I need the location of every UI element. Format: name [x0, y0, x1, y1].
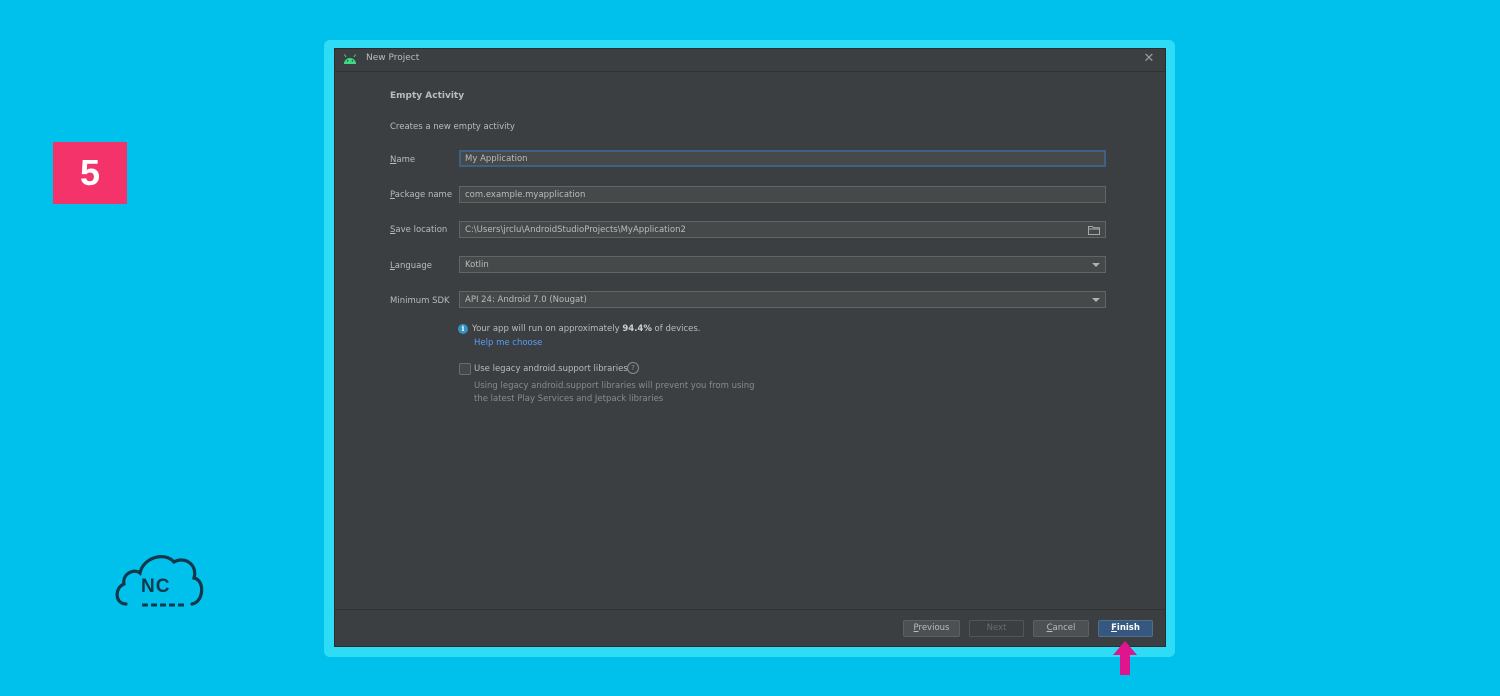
language-label-rest: anguage: [394, 261, 432, 271]
help-me-choose-link[interactable]: Help me choose: [474, 338, 542, 348]
cancel-button[interactable]: Cancel: [1033, 620, 1089, 637]
min-sdk-value: API 24: Android 7.0 (Nougat): [465, 295, 587, 305]
footer-divider: [335, 609, 1165, 610]
coverage-suffix: of devices.: [651, 324, 701, 334]
folder-icon[interactable]: [1088, 225, 1100, 235]
min-sdk-label: Minimum SDK: [390, 296, 450, 306]
legacy-support-note: Using legacy android.support libraries w…: [474, 380, 794, 406]
device-coverage-text: Your app will run on approximately 94.4%…: [472, 324, 701, 334]
dialog-title: New Project: [366, 53, 420, 63]
nc-cloud-logo: NC: [112, 548, 206, 610]
name-label: Name: [390, 155, 415, 165]
close-icon[interactable]: ✕: [1141, 51, 1157, 67]
save-location-value: C:\Users\jrclu\AndroidStudioProjects\MyA…: [465, 225, 686, 235]
language-label: Language: [390, 261, 432, 271]
legacy-support-checkbox[interactable]: [459, 363, 471, 375]
min-sdk-select[interactable]: API 24: Android 7.0 (Nougat): [459, 291, 1106, 308]
help-icon[interactable]: ?: [627, 362, 639, 374]
section-description: Creates a new empty activity: [390, 122, 515, 132]
android-icon: [344, 54, 356, 64]
previous-label-rest: revious: [918, 623, 950, 633]
language-select[interactable]: Kotlin: [459, 256, 1106, 273]
chevron-down-icon: [1092, 263, 1100, 267]
info-icon: i: [458, 324, 468, 334]
save-location-label: Save location: [390, 225, 447, 235]
name-label-rest: ame: [396, 155, 416, 165]
finish-label-rest: inish: [1116, 623, 1140, 633]
previous-button[interactable]: Previous: [903, 620, 960, 637]
chevron-down-icon: [1092, 298, 1100, 302]
pointer-arrow-icon: [1113, 641, 1137, 675]
next-button[interactable]: Next: [969, 620, 1024, 637]
logo-text: NC: [141, 576, 171, 597]
package-name-input[interactable]: com.example.myapplication: [459, 186, 1106, 203]
coverage-percent: 94.4%: [622, 324, 652, 334]
package-label: Package name: [390, 190, 452, 200]
legacy-support-label[interactable]: Use legacy android.support libraries: [474, 364, 628, 374]
save-location-label-rest: ave location: [395, 225, 448, 235]
legacy-note-line-1: Using legacy android.support libraries w…: [474, 381, 755, 391]
coverage-prefix: Your app will run on approximately: [472, 324, 623, 334]
cancel-label-rest: ancel: [1052, 623, 1076, 633]
dialog-titlebar: New Project ✕: [335, 49, 1165, 72]
language-value: Kotlin: [465, 260, 489, 270]
legacy-note-line-2: the latest Play Services and Jetpack lib…: [474, 394, 664, 404]
new-project-dialog: New Project ✕ Empty Activity Creates a n…: [335, 49, 1165, 646]
finish-button[interactable]: Finish: [1098, 620, 1153, 637]
save-location-input[interactable]: C:\Users\jrclu\AndroidStudioProjects\MyA…: [459, 221, 1106, 238]
name-input[interactable]: My Application: [459, 150, 1106, 167]
section-title: Empty Activity: [390, 91, 465, 101]
package-label-rest: ackage name: [394, 190, 453, 200]
step-number-badge: 5: [53, 142, 127, 204]
